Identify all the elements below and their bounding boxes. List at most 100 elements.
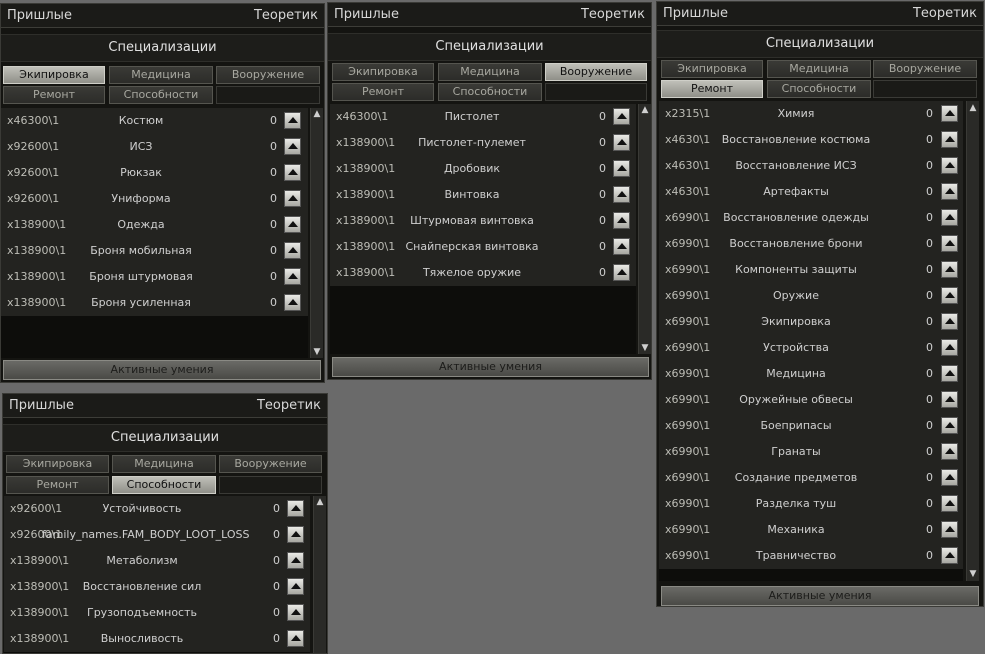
skill-row: x138900\1 Грузоподъемность 0 [4,600,310,626]
scroll-down-icon[interactable]: ▼ [312,347,322,357]
tab-equipment[interactable]: Экипировка [3,66,105,84]
panel-titlebar[interactable]: Пришлые Теоретик [3,394,327,418]
tab-repair[interactable]: Ремонт [3,86,105,104]
tab-repair[interactable]: Ремонт [661,80,763,98]
upgrade-arrow-icon[interactable] [613,186,630,203]
skill-cost: x6990\1 [665,315,711,328]
upgrade-arrow-icon[interactable] [941,365,958,382]
skill-row: x138900\1 Броня мобильная 0 [1,238,308,264]
list-scrollbar[interactable]: ▲ [313,496,326,653]
scroll-up-icon[interactable]: ▲ [315,497,325,507]
upgrade-arrow-icon[interactable] [941,417,958,434]
tab-medicine[interactable]: Медицина [109,66,213,84]
active-skills-button[interactable]: Активные умения [3,360,321,380]
active-skills-button[interactable]: Активные умения [661,586,979,606]
upgrade-arrow-icon[interactable] [613,212,630,229]
tab-abilities[interactable]: Способности [109,86,213,104]
skill-cost: x6990\1 [665,419,711,432]
upgrade-arrow-icon[interactable] [941,235,958,252]
upgrade-arrow-icon[interactable] [941,521,958,538]
scroll-down-icon[interactable]: ▼ [968,569,978,579]
upgrade-arrow-icon[interactable] [287,604,304,621]
upgrade-arrow-icon[interactable] [941,105,958,122]
tab-weapons[interactable]: Вооружение [219,455,322,473]
upgrade-arrow-icon[interactable] [287,552,304,569]
upgrade-arrow-icon[interactable] [941,495,958,512]
upgrade-arrow-icon[interactable] [941,313,958,330]
upgrade-arrow-icon[interactable] [941,183,958,200]
tab-abilities[interactable]: Способности [112,476,216,494]
panel-titlebar[interactable]: Пришлые Теоретик [328,3,651,27]
upgrade-arrow-icon[interactable] [941,339,958,356]
tab-abilities[interactable]: Способности [767,80,871,98]
skill-level: 0 [926,497,933,510]
skill-row: x6990\1 Медицина 0 [659,361,963,387]
scroll-up-icon[interactable]: ▲ [312,109,322,119]
tab-equipment[interactable]: Экипировка [6,455,109,473]
tab-equipment[interactable]: Экипировка [661,60,763,78]
upgrade-arrow-icon[interactable] [284,242,301,259]
skill-row: x138900\1 Восстановление сил 0 [4,574,310,600]
skill-row: x4630\1 Восстановление костюма 0 [659,127,963,153]
tab-repair[interactable]: Ремонт [6,476,109,494]
upgrade-arrow-icon[interactable] [613,238,630,255]
upgrade-arrow-icon[interactable] [941,443,958,460]
list-scrollbar[interactable]: ▲ ▼ [966,101,979,581]
skill-level: 0 [926,341,933,354]
skill-name: Рюкзак [120,166,162,179]
upgrade-arrow-icon[interactable] [284,112,301,129]
upgrade-arrow-icon[interactable] [613,160,630,177]
tab-weapons[interactable]: Вооружение [216,66,320,84]
upgrade-arrow-icon[interactable] [284,216,301,233]
upgrade-arrow-icon[interactable] [284,164,301,181]
tab-repair[interactable]: Ремонт [332,83,434,101]
upgrade-arrow-icon[interactable] [941,547,958,564]
skill-name: Грузоподъемность [86,606,197,619]
scroll-up-icon[interactable]: ▲ [968,103,978,113]
upgrade-arrow-icon[interactable] [284,190,301,207]
class-label: Теоретик [253,8,318,23]
tab-medicine[interactable]: Медицина [112,455,216,473]
upgrade-arrow-icon[interactable] [287,526,304,543]
scroll-up-icon[interactable]: ▲ [640,105,650,115]
upgrade-arrow-icon[interactable] [613,108,630,125]
upgrade-arrow-icon[interactable] [287,578,304,595]
upgrade-arrow-icon[interactable] [613,134,630,151]
active-skills-button[interactable]: Активные умения [332,357,649,377]
tab-medicine[interactable]: Медицина [767,60,871,78]
skill-name: Оружие [773,289,819,302]
skill-row: x6990\1 Гранаты 0 [659,439,963,465]
upgrade-arrow-icon[interactable] [284,138,301,155]
tab-equipment[interactable]: Экипировка [332,63,434,81]
upgrade-arrow-icon[interactable] [941,209,958,226]
upgrade-arrow-icon[interactable] [941,131,958,148]
tab-weapons[interactable]: Вооружение [545,63,647,81]
upgrade-arrow-icon[interactable] [941,261,958,278]
skill-level: 0 [599,110,606,123]
skill-name: Метаболизм [106,554,178,567]
upgrade-arrow-icon[interactable] [941,157,958,174]
tab-weapons[interactable]: Вооружение [873,60,977,78]
upgrade-arrow-icon[interactable] [941,287,958,304]
upgrade-arrow-icon[interactable] [284,294,301,311]
upgrade-arrow-icon[interactable] [284,268,301,285]
skill-cost: x92600\1 [7,192,60,205]
tab-abilities[interactable]: Способности [438,83,542,101]
list-scrollbar[interactable]: ▲ ▼ [638,104,651,354]
tab-medicine[interactable]: Медицина [438,63,542,81]
upgrade-arrow-icon[interactable] [287,500,304,517]
skill-name: Компоненты защиты [735,263,857,276]
panel-titlebar[interactable]: Пришлые Теоретик [1,4,324,28]
upgrade-arrow-icon[interactable] [287,630,304,647]
upgrade-arrow-icon[interactable] [941,469,958,486]
panel-titlebar[interactable]: Пришлые Теоретик [657,2,983,26]
skill-list: x46300\1 Пистолет 0 x138900\1 Пистолет-пуле… [330,104,636,354]
upgrade-arrow-icon[interactable] [613,264,630,281]
list-scrollbar[interactable]: ▲ ▼ [310,108,323,358]
scroll-down-icon[interactable]: ▼ [640,343,650,353]
skill-cost: x4630\1 [665,159,711,172]
skill-row: x138900\1 Одежда 0 [1,212,308,238]
skill-cost: x2315\1 [665,107,711,120]
skill-cost: x46300\1 [7,114,60,127]
upgrade-arrow-icon[interactable] [941,391,958,408]
